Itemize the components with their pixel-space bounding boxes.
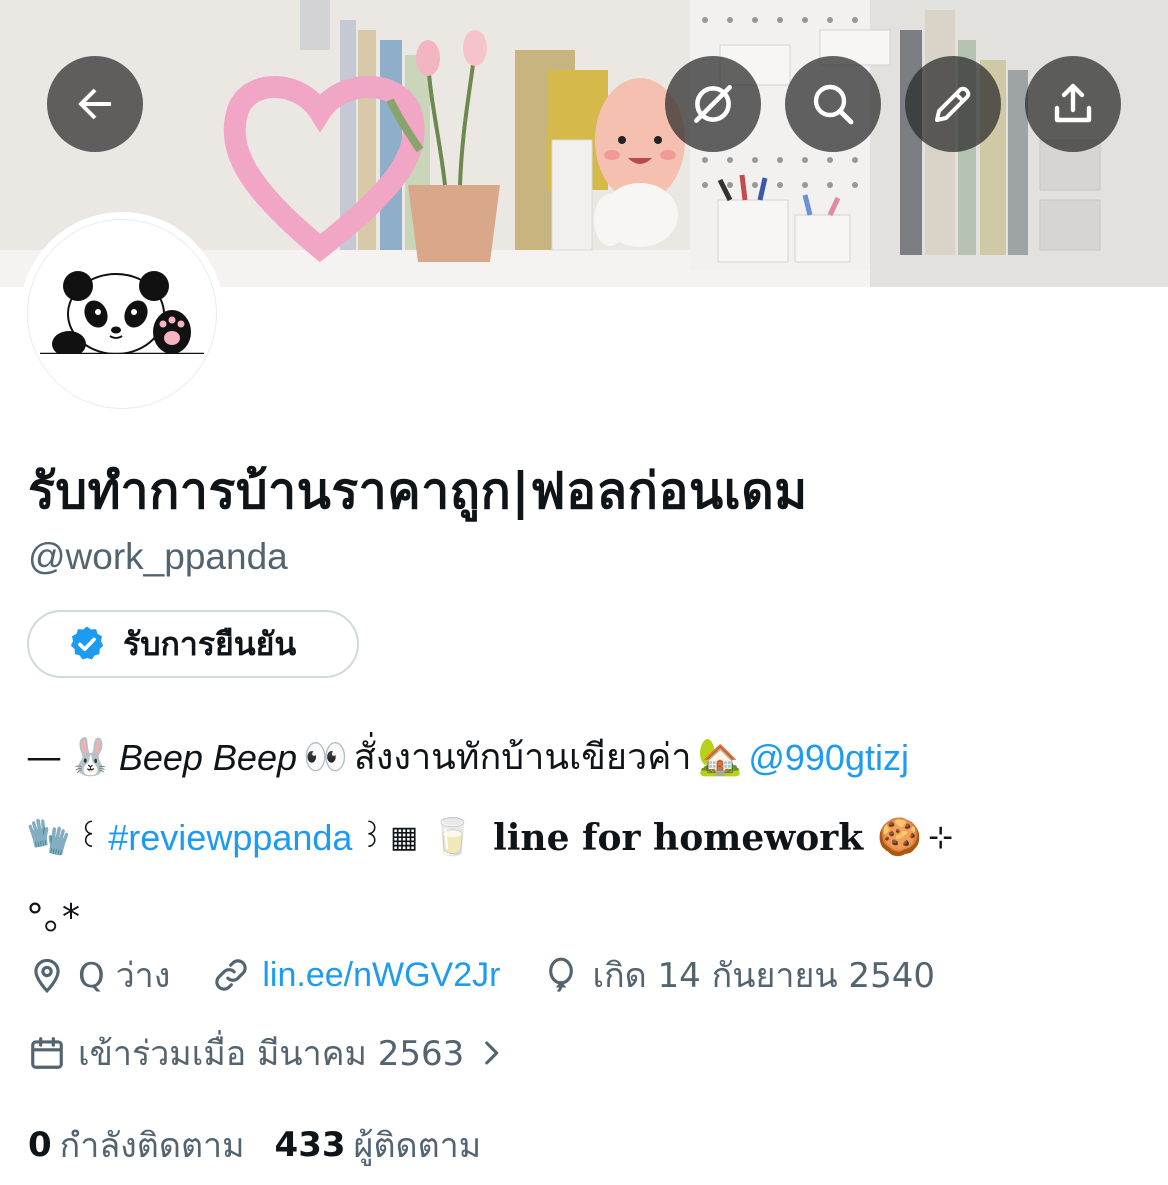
get-verified-label: รับการยืนยัน <box>123 624 297 663</box>
bio-mention-link[interactable]: @990gtizj <box>748 718 909 798</box>
username-handle: @work_ppanda <box>28 536 288 577</box>
website-link[interactable]: lin.ee/nWGV2Jr <box>262 956 500 995</box>
profile-meta-row-1: Q ว่าง lin.ee/nWGV2Jr เกิด 14 กันยายน 25… <box>28 948 977 1002</box>
eyes-emoji: 👀 <box>302 737 348 778</box>
avatar-image <box>27 219 217 409</box>
bio-bracket-close: ꒱ <box>360 820 384 855</box>
followers-count: 433 <box>274 1125 346 1165</box>
cookie-emoji: 🍪 <box>877 817 922 858</box>
follow-stats: 0 กำลังติดตาม 433 ผู้ติดตาม <box>28 1118 511 1172</box>
balloon-icon <box>549 957 574 992</box>
bio-hashtag-link[interactable]: #reviewppanda <box>108 798 352 878</box>
edit-button[interactable] <box>905 56 1001 152</box>
search-icon <box>813 84 854 125</box>
verified-badge-icon <box>67 624 107 664</box>
chevron-right-icon <box>485 1041 499 1065</box>
display-name: รับทำการบ้านราคาถูก|ฟอลก่อนเดม <box>28 462 808 520</box>
bio-bracket-open: ꒰ <box>76 820 101 855</box>
bunny-emoji: 🐰 <box>68 737 113 778</box>
birthday-text: เกิด 14 กันยายน 2540 <box>592 956 935 996</box>
location-text: Q ว่าง <box>78 956 171 996</box>
bio-beep-text: Beep Beep <box>118 737 297 778</box>
search-button[interactable] <box>785 56 881 152</box>
bio-line-text: line for homework <box>493 817 864 859</box>
bio-line-3: °｡* <box>26 878 1126 938</box>
hide-button[interactable] <box>665 56 761 152</box>
back-button[interactable] <box>47 56 143 152</box>
location-pin-icon <box>34 958 60 994</box>
share-icon <box>1054 83 1092 123</box>
get-verified-button[interactable]: รับการยืนยัน <box>27 610 359 678</box>
followers-label: ผู้ติดตาม <box>353 1126 482 1166</box>
panda-logo-icon <box>40 271 204 364</box>
website-item[interactable]: lin.ee/nWGV2Jr <box>212 956 500 995</box>
milk-emoji: 🥛 <box>430 817 476 858</box>
house-emoji: 🏡 <box>697 737 743 778</box>
glove-emoji: 🧤 <box>26 817 71 858</box>
bio-line-2: 🧤 ꒰ #reviewppanda ꒱ ▦ 🥛 line for homewor… <box>26 798 1126 878</box>
following-label: กำลังติดตาม <box>59 1126 245 1166</box>
bio-line-1: — 🐰 Beep Beep 👀 สั่งงานทักบ้านเขียวค่า 🏡… <box>26 718 1126 798</box>
following-count: 0 <box>28 1125 52 1165</box>
bio-thai-text: สั่งงานทักบ้านเขียวค่า <box>353 737 692 778</box>
profile-bio: — 🐰 Beep Beep 👀 สั่งงานทักบ้านเขียวค่า 🏡… <box>26 718 1126 938</box>
joined-item[interactable]: เข้าร่วมเมื่อ มีนาคม 2563 <box>28 1026 508 1080</box>
share-button[interactable] <box>1025 56 1121 152</box>
edit-pencil-icon <box>935 86 971 122</box>
followers-link[interactable]: 433 ผู้ติดตาม <box>275 1118 482 1172</box>
bio-sparkle: ⊹ <box>927 820 954 855</box>
birthday-item: เกิด 14 กันยายน 2540 <box>542 948 935 1002</box>
link-icon <box>215 959 248 991</box>
profile-meta-row-2: เข้าร่วมเมื่อ มีนาคม 2563 <box>28 1026 550 1080</box>
calendar-icon <box>31 1037 63 1069</box>
profile-avatar[interactable] <box>20 212 224 416</box>
bio-tail: °｡* <box>26 897 80 938</box>
following-link[interactable]: 0 กำลังติดตาม <box>28 1118 245 1172</box>
bio-dash: — <box>26 737 62 778</box>
joined-text: เข้าร่วมเมื่อ มีนาคม 2563 <box>78 1034 465 1074</box>
back-arrow-icon <box>78 88 111 120</box>
location-item: Q ว่าง <box>28 948 170 1002</box>
bio-grid-symbol: ▦ <box>389 820 419 855</box>
hide-icon <box>694 85 732 123</box>
